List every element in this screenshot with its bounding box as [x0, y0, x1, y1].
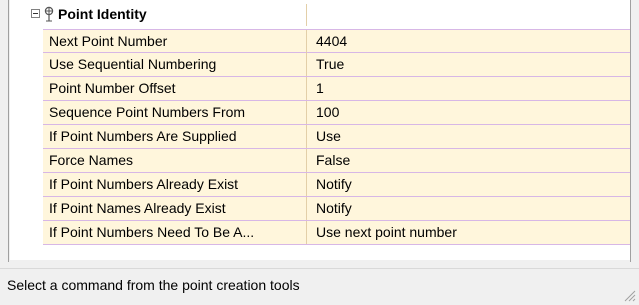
- property-name: Sequence Point Numbers From: [49, 104, 246, 120]
- category-row-point-identity[interactable]: Point Identity: [10, 4, 630, 26]
- property-value[interactable]: 100: [307, 101, 630, 124]
- property-name: If Point Numbers Need To Be A...: [49, 224, 255, 240]
- category-label: Point Identity: [58, 6, 147, 22]
- property-value[interactable]: True: [307, 53, 630, 76]
- property-rows: Next Point Number 4404 Use Sequential Numb…: [43, 29, 630, 245]
- property-row[interactable]: Sequence Point Numbers From 100: [43, 101, 630, 125]
- property-value[interactable]: Notify: [307, 173, 630, 196]
- property-row[interactable]: If Point Numbers Already Exist Notify: [43, 173, 630, 197]
- panel-right-border: [630, 0, 631, 262]
- property-row[interactable]: Use Sequential Numbering True: [43, 53, 630, 77]
- property-row[interactable]: Next Point Number 4404: [43, 29, 630, 53]
- property-row[interactable]: If Point Numbers Need To Be A... Use next…: [43, 221, 630, 245]
- panel-left-border: [8, 0, 9, 262]
- properties-panel: Point Identity Next Point Number 4404 Use …: [0, 0, 639, 268]
- property-row[interactable]: Force Names False: [43, 149, 630, 173]
- property-row[interactable]: If Point Numbers Are Supplied Use: [43, 125, 630, 149]
- property-row[interactable]: If Point Names Already Exist Notify: [43, 197, 630, 221]
- property-row[interactable]: Point Number Offset 1: [43, 77, 630, 101]
- property-name: Force Names: [49, 152, 134, 168]
- point-identity-icon: [44, 6, 54, 22]
- property-value[interactable]: 4404: [307, 30, 630, 53]
- property-value[interactable]: Notify: [307, 197, 630, 220]
- property-name: If Point Numbers Already Exist: [49, 176, 239, 192]
- property-value[interactable]: 1: [307, 77, 630, 100]
- category-column-divider: [306, 4, 307, 26]
- property-value[interactable]: Use: [307, 125, 630, 148]
- property-name: Point Number Offset: [49, 80, 176, 96]
- status-bar: Select a command from the point creation…: [0, 268, 639, 305]
- property-grid: Point Identity Next Point Number 4404 Use …: [10, 0, 630, 260]
- property-name: Use Sequential Numbering: [49, 56, 217, 72]
- property-name: Next Point Number: [49, 33, 168, 49]
- property-name: If Point Names Already Exist: [49, 200, 226, 216]
- resize-grip-icon[interactable]: [622, 288, 636, 302]
- collapse-minus-icon[interactable]: [31, 9, 40, 18]
- property-value[interactable]: False: [307, 149, 630, 172]
- property-name: If Point Numbers Are Supplied: [49, 128, 237, 144]
- property-value[interactable]: Use next point number: [307, 221, 630, 244]
- status-text: Select a command from the point creation…: [7, 277, 300, 293]
